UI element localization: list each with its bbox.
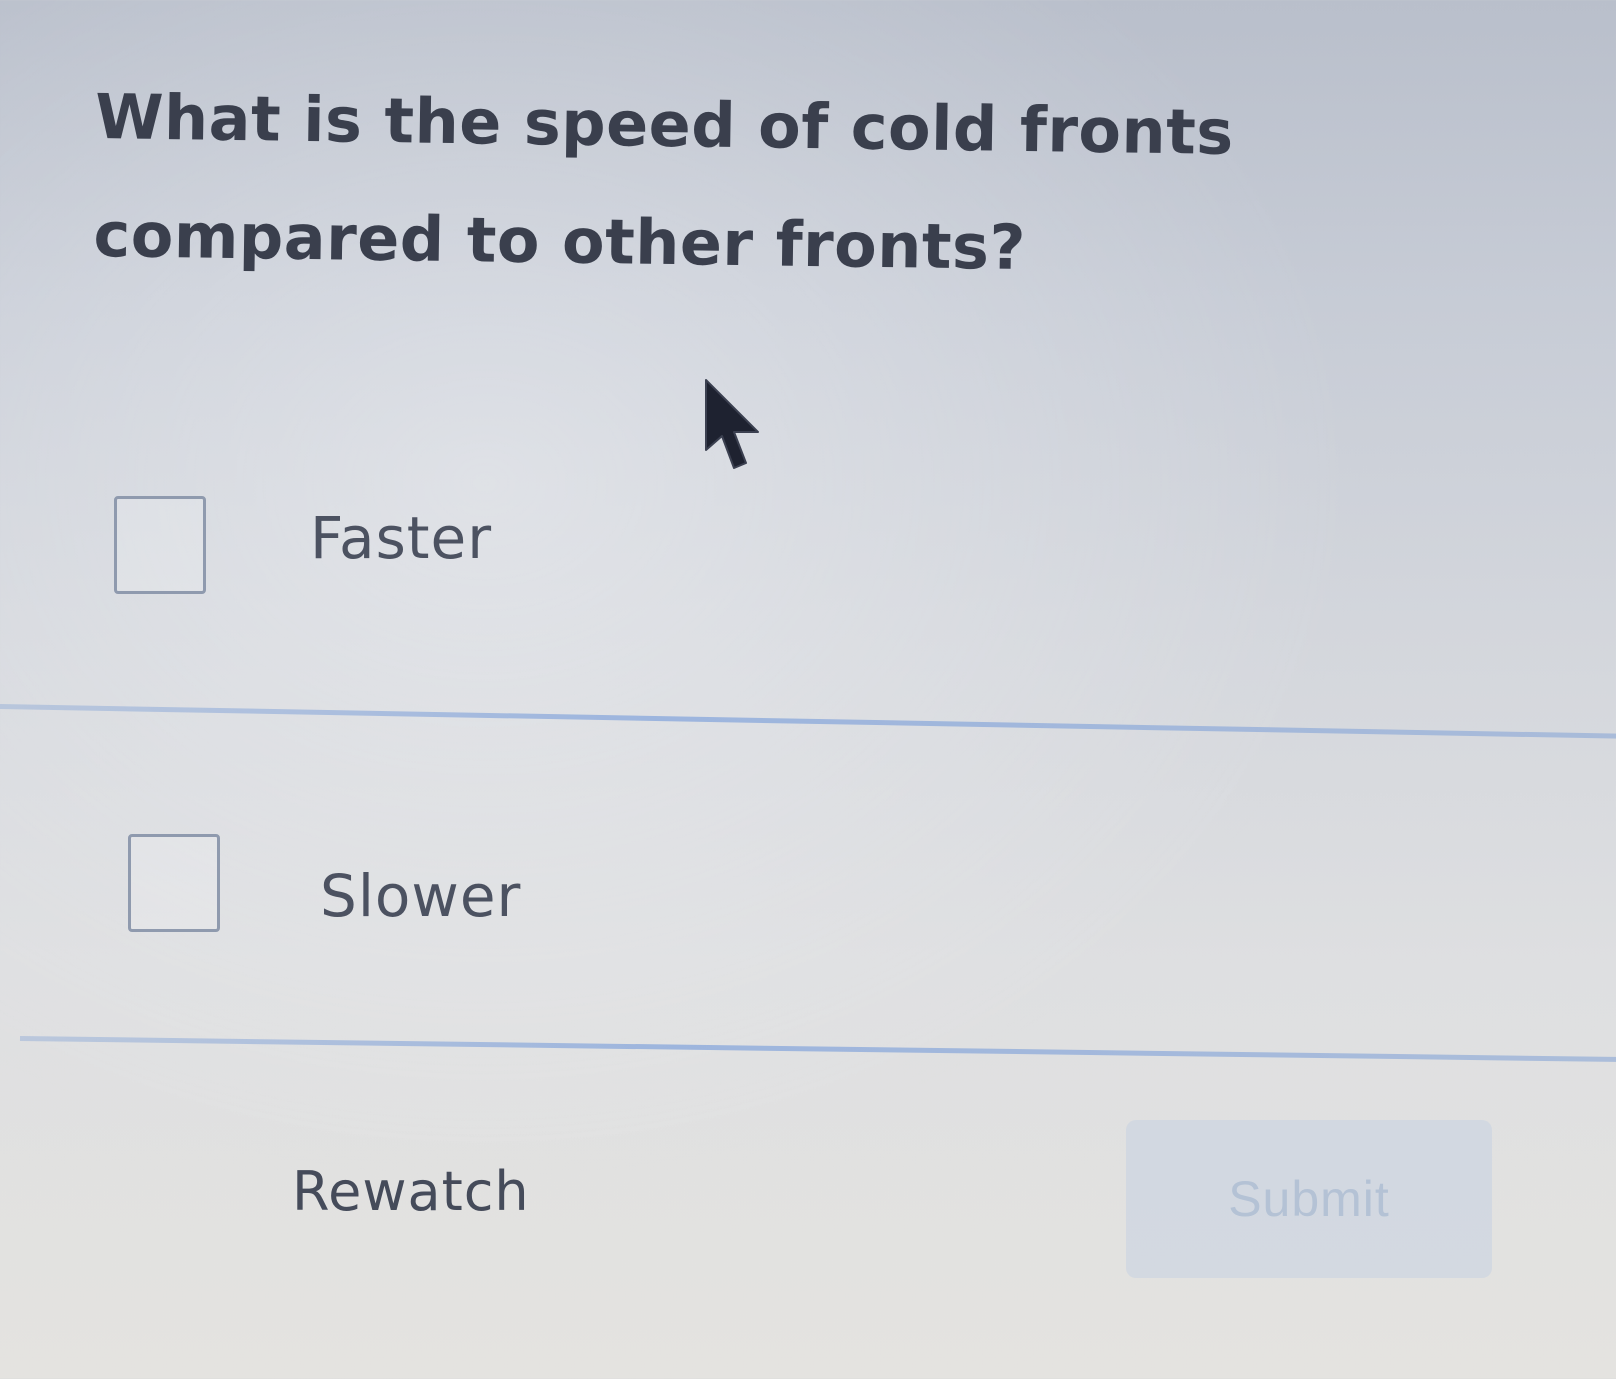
option-label-slower: Slower bbox=[320, 862, 522, 930]
checkbox-faster[interactable] bbox=[114, 496, 206, 594]
checkbox-slower[interactable] bbox=[128, 834, 220, 932]
answer-option-faster[interactable]: Faster bbox=[0, 384, 1616, 714]
submit-button[interactable]: Submit bbox=[1126, 1120, 1492, 1278]
option-label-faster: Faster bbox=[310, 504, 493, 572]
mouse-pointer-icon bbox=[705, 379, 759, 469]
rewatch-button[interactable]: Rewatch bbox=[292, 1160, 530, 1223]
question-text: What is the speed of cold fronts compare… bbox=[93, 79, 1235, 284]
answer-option-slower[interactable]: Slower bbox=[0, 714, 1616, 1044]
